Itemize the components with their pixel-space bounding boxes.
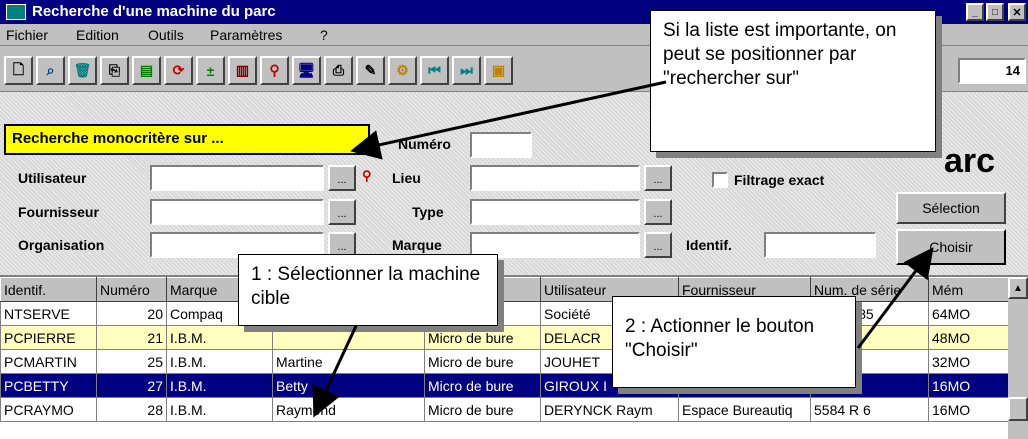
arrow-to-search-mode — [350, 80, 667, 160]
arrow-to-selected-row — [312, 325, 358, 418]
annotation-arrows — [312, 80, 934, 418]
arrow-to-choisir — [856, 247, 934, 349]
